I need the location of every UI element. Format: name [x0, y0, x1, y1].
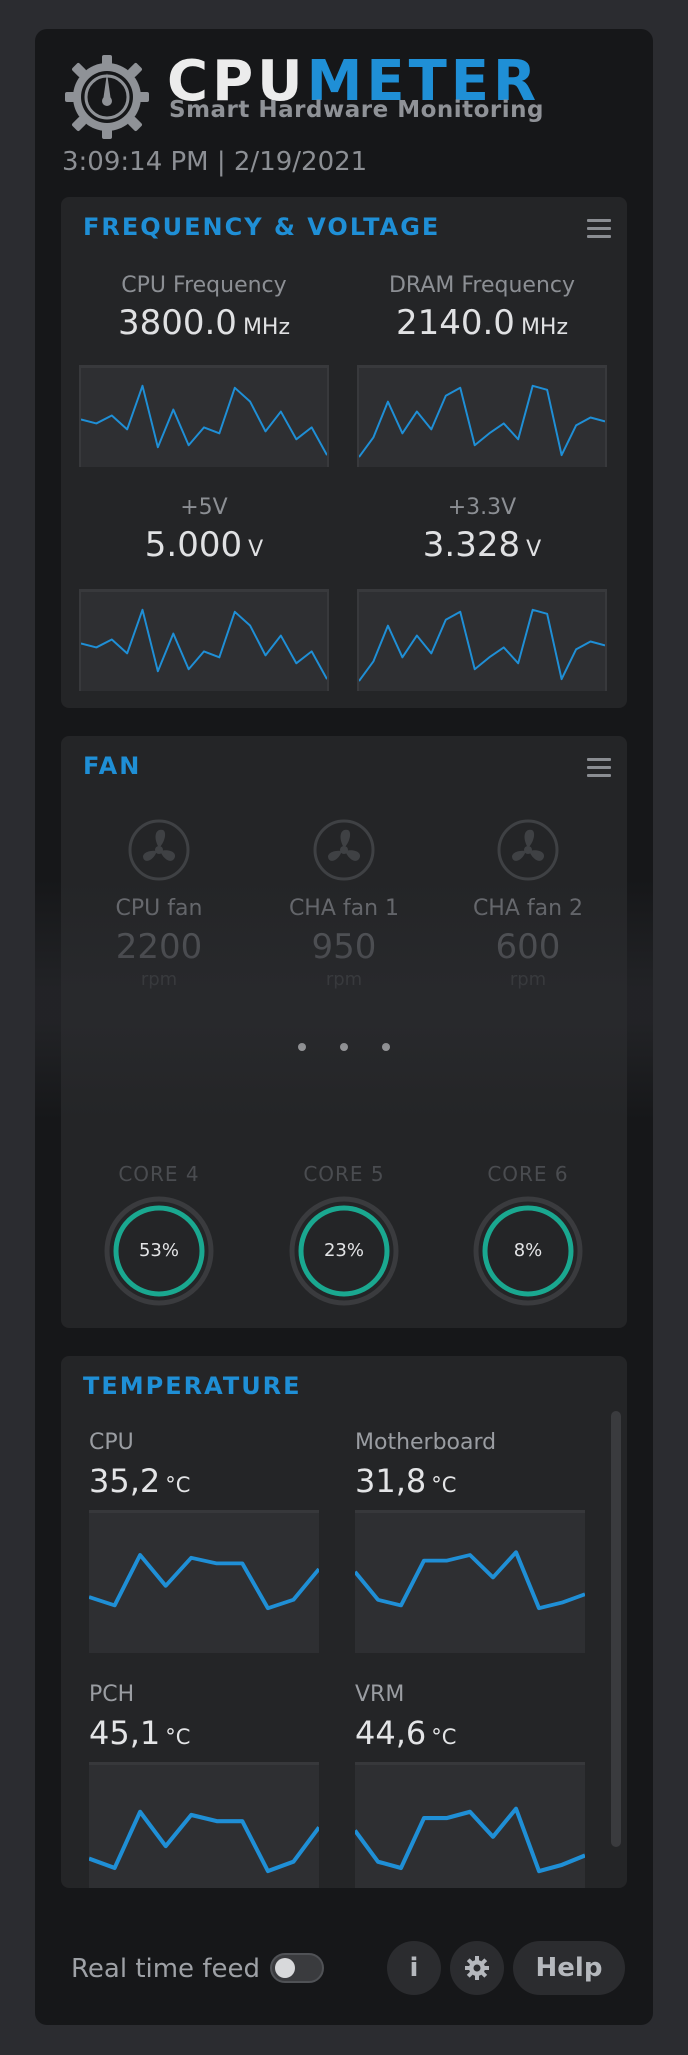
panel-title: TEMPERATURE [83, 1372, 302, 1400]
app-window: CPUMETER Smart Hardware Monitoring 3:09:… [35, 29, 653, 2025]
temperature-panel: TEMPERATURE CPU 35,2 °C Motherboard 31,8 °… [61, 1356, 627, 1888]
metric-value: 2140.0 MHz [395, 303, 569, 343]
metric-value: 3.328 V [422, 525, 542, 565]
fan-item: CPU fan 2200 rpm [69, 818, 249, 990]
scrollbar[interactable] [611, 1411, 621, 1847]
toggle-knob [275, 1958, 295, 1978]
realtime-feed-label: Real time feed [71, 1954, 260, 1984]
metric-label: +5V [180, 495, 228, 520]
temperature-chart [89, 1762, 319, 1888]
fan-label: CHA fan 2 [472, 896, 584, 921]
sensor-label: Motherboard [355, 1430, 497, 1455]
fan-speed: 950 [311, 927, 377, 967]
temperature-chart [355, 1510, 585, 1653]
fan-label: CHA fan 1 [288, 896, 400, 921]
series-line [355, 1550, 585, 1611]
metric-value: 5.000 V [144, 525, 264, 565]
metric-label: DRAM Frequency [388, 273, 575, 298]
core-percent: 23% [323, 1240, 364, 1261]
metric-label: CPU Frequency [121, 273, 287, 298]
hamburger-menu-icon[interactable] [587, 758, 611, 778]
core-gauge: CORE 4 53% [69, 1162, 249, 1306]
core-percent: 53% [138, 1240, 179, 1261]
sparkline-chart [79, 589, 329, 691]
loading-dots-indicator [61, 1036, 627, 1055]
temperature-chart [355, 1762, 585, 1888]
sensor-value: 35,2 °C [89, 1462, 191, 1500]
fan-item: CHA fan 2 600 rpm [438, 818, 618, 990]
core-label: CORE 4 [118, 1162, 200, 1186]
series-line [359, 608, 605, 682]
sensor-label: PCH [89, 1682, 135, 1707]
series-line [81, 608, 327, 680]
fan-icon [313, 819, 375, 881]
fan-icon [128, 819, 190, 881]
app-subtitle: Smart Hardware Monitoring [169, 97, 544, 123]
datetime-display: 3:09:14 PM | 2/19/2021 [62, 147, 368, 177]
metric-label: +3.3V [447, 495, 517, 520]
help-button[interactable]: Help [513, 1941, 625, 1995]
fan-panel: FAN CPU fan 2200 rpm CHA fan 1 950 rpm C… [61, 736, 627, 1328]
hamburger-menu-icon[interactable] [587, 219, 611, 239]
fan-unit: rpm [140, 969, 178, 990]
core-gauge: CORE 5 23% [254, 1162, 434, 1306]
core-label: CORE 5 [303, 1162, 385, 1186]
sensor-value: 31,8 °C [355, 1462, 457, 1500]
series-line [355, 1806, 585, 1874]
fan-label: CPU fan [115, 896, 203, 921]
fan-unit: rpm [509, 969, 547, 990]
sparkline-chart [79, 365, 329, 467]
metric-value: 3800.0 MHz [117, 303, 291, 343]
fan-unit: rpm [325, 969, 363, 990]
gauge-gear-icon [65, 55, 149, 139]
series-line [89, 1553, 319, 1611]
core-label: CORE 6 [487, 1162, 569, 1186]
sensor-value: 44,6 °C [355, 1714, 457, 1752]
core-gauge: CORE 6 8% [438, 1162, 618, 1306]
fan-speed: 2200 [115, 927, 203, 967]
frequency-voltage-panel: FREQUENCY & VOLTAGE CPU Frequency 3800.0… [61, 197, 627, 708]
series-line [359, 384, 605, 458]
panel-title: FAN [83, 752, 142, 780]
gear-icon [465, 1956, 489, 1980]
fan-icon [497, 819, 559, 881]
fan-item: CHA fan 1 950 rpm [254, 818, 434, 990]
realtime-feed-toggle[interactable] [270, 1953, 324, 1983]
sparkline-chart [357, 365, 607, 467]
settings-button[interactable] [450, 1941, 504, 1995]
sensor-value: 45,1 °C [89, 1714, 191, 1752]
info-icon: i [409, 1953, 419, 1983]
panel-title: FREQUENCY & VOLTAGE [83, 213, 441, 241]
core-percent: 8% [513, 1240, 543, 1261]
temperature-chart [89, 1510, 319, 1653]
info-button[interactable]: i [387, 1941, 441, 1995]
sparkline-chart [357, 589, 607, 691]
series-line [89, 1809, 319, 1874]
sensor-label: VRM [355, 1682, 405, 1707]
series-line [81, 384, 327, 456]
fan-speed: 600 [495, 927, 561, 967]
sensor-label: CPU [89, 1430, 134, 1455]
